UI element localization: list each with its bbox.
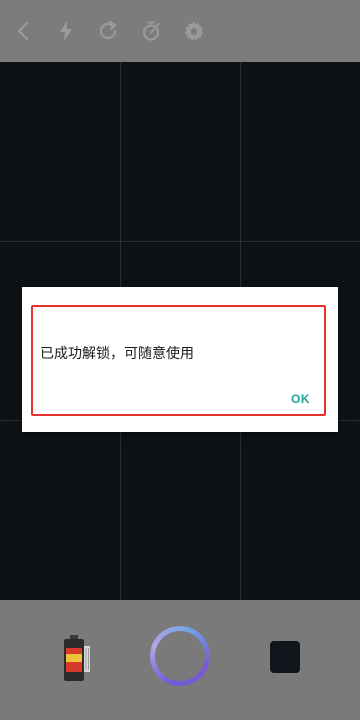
- refresh-icon[interactable]: [96, 19, 120, 43]
- top-toolbar: [0, 0, 360, 62]
- shutter-button[interactable]: [150, 626, 210, 686]
- film-roll-icon[interactable]: [58, 634, 92, 684]
- grid-line: [0, 241, 360, 242]
- timer-icon[interactable]: [139, 19, 163, 43]
- camera-screen: 已成功解锁，可随意使用 OK: [0, 0, 360, 720]
- gallery-thumbnail[interactable]: [270, 641, 300, 673]
- unlock-dialog: 已成功解锁，可随意使用 OK: [22, 287, 338, 432]
- ok-button[interactable]: OK: [291, 392, 310, 406]
- flash-icon[interactable]: [54, 19, 78, 43]
- settings-icon[interactable]: [182, 19, 206, 43]
- bottom-controls: [0, 600, 360, 720]
- back-icon[interactable]: [12, 19, 36, 43]
- dialog-message: 已成功解锁，可随意使用: [40, 346, 194, 362]
- shutter-button-inner: [155, 631, 205, 681]
